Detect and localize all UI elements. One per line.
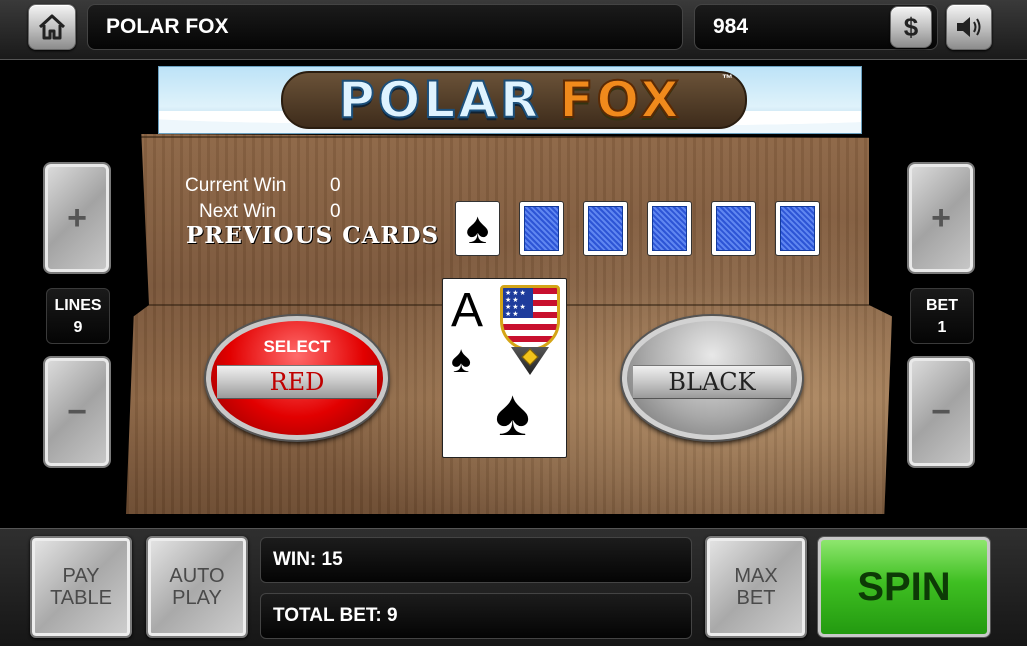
- bet-display: BET 1: [910, 288, 974, 344]
- dollar-icon: $: [903, 11, 919, 42]
- minus-icon: −: [67, 392, 87, 431]
- spade-icon: ♠: [451, 339, 472, 381]
- select-red-button[interactable]: SELECT RED: [206, 316, 388, 440]
- previous-cards-label: PREVIOUS CARDS: [186, 222, 440, 249]
- spade-icon: ♠: [495, 375, 531, 449]
- card-rank: A: [451, 284, 484, 337]
- current-card: A ♠ ♠ ★★★ ★★ ★★★ ★★: [442, 278, 567, 458]
- banner-title-polar: POLAR: [337, 70, 542, 130]
- lines-plus-button[interactable]: +: [43, 162, 111, 274]
- win-value: 15: [321, 549, 343, 570]
- total-bet-display: TOTAL BET: 9: [260, 593, 692, 639]
- home-button[interactable]: [28, 4, 76, 50]
- bet-value: 1: [937, 319, 947, 336]
- card-back: [647, 201, 692, 256]
- pay-table-button[interactable]: PAY TABLE: [30, 536, 132, 638]
- bet-plus-button[interactable]: +: [907, 162, 975, 274]
- card-back: [519, 201, 564, 256]
- current-win-value: 0: [330, 175, 341, 196]
- plus-icon: +: [931, 198, 951, 237]
- next-win-value: 0: [330, 201, 341, 222]
- win-display: WIN: 15: [260, 537, 692, 583]
- plus-icon: +: [67, 198, 87, 237]
- lines-value: 9: [73, 319, 83, 336]
- select-label: SELECT: [263, 337, 331, 356]
- shield-base-icon: [511, 347, 549, 375]
- select-black-button[interactable]: BLACK: [622, 316, 802, 440]
- card-back: [775, 201, 820, 256]
- spin-button[interactable]: SPIN: [818, 537, 990, 637]
- bet-minus-button[interactable]: −: [907, 356, 975, 468]
- current-win-label: Current Win: [185, 175, 287, 196]
- auto-play-button[interactable]: AUTO PLAY: [146, 536, 248, 638]
- bet-label: BET: [926, 297, 958, 314]
- lines-minus-button[interactable]: −: [43, 356, 111, 468]
- trademark-mark: ™: [722, 73, 733, 85]
- lines-display: LINES 9: [46, 288, 110, 344]
- previous-card: ♠: [455, 201, 500, 256]
- total-bet-value: 9: [387, 605, 398, 626]
- total-bet-label: TOTAL BET:: [273, 605, 382, 626]
- board-plank-line: [126, 136, 892, 138]
- card-back: [583, 201, 628, 256]
- next-win-label: Next Win: [199, 201, 277, 222]
- game-banner: POLAR FOX ™: [158, 66, 862, 134]
- card-back: [711, 201, 756, 256]
- flag-shield-icon: ★★★ ★★ ★★★ ★★: [500, 285, 560, 351]
- speaker-icon: [957, 17, 981, 37]
- red-label: RED: [217, 365, 377, 399]
- banner-title-fox: FOX: [558, 70, 682, 130]
- max-bet-button[interactable]: MAX BET: [705, 536, 807, 638]
- black-label: BLACK: [633, 365, 791, 399]
- banner-title: POLAR FOX: [159, 67, 861, 133]
- lines-label: LINES: [54, 297, 102, 314]
- game-title: POLAR FOX: [87, 4, 683, 50]
- sound-button[interactable]: [946, 4, 992, 50]
- cashier-button[interactable]: $: [890, 6, 932, 48]
- home-icon: [38, 14, 66, 40]
- win-label: WIN:: [273, 549, 317, 570]
- spade-icon: ♠: [465, 203, 490, 253]
- minus-icon: −: [931, 392, 951, 431]
